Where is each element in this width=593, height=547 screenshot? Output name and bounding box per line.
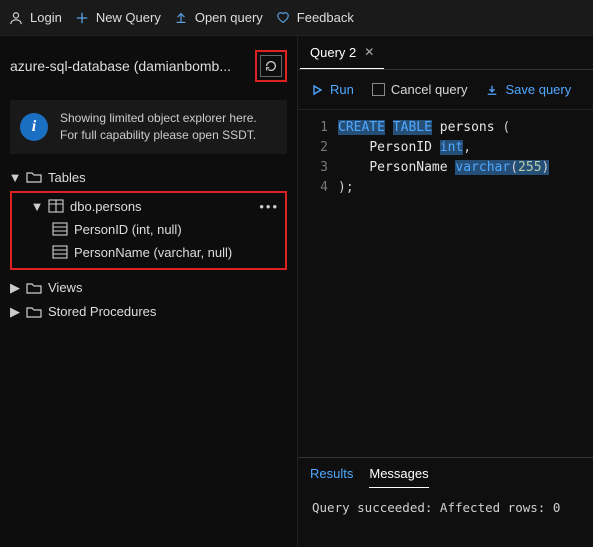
line-number: 3	[298, 158, 328, 178]
heart-icon	[275, 10, 291, 26]
line-number: 4	[298, 178, 328, 198]
chevron-right-icon: ▶	[10, 304, 20, 320]
close-icon[interactable]: ✕	[364, 45, 374, 59]
download-icon	[485, 83, 499, 97]
type-int: int	[440, 140, 463, 155]
open-query-button[interactable]: Open query	[173, 10, 263, 26]
connection-name: azure-sql-database (damianbomb...	[10, 58, 251, 74]
kw-create: CREATE	[338, 120, 385, 135]
info-line1: Showing limited object explorer here.	[60, 110, 257, 127]
punct: (	[502, 120, 510, 135]
user-icon	[8, 10, 24, 26]
results-pane: Results Messages Query succeeded: Affect…	[298, 457, 593, 547]
login-label: Login	[30, 10, 62, 25]
cancel-label: Cancel query	[391, 82, 468, 97]
table-icon	[48, 199, 64, 213]
views-label: Views	[48, 280, 82, 295]
save-label: Save query	[505, 82, 571, 97]
editor-tabs: Query 2 ✕	[298, 36, 593, 70]
refresh-button[interactable]	[260, 55, 282, 77]
new-query-button[interactable]: New Query	[74, 10, 161, 26]
num-255: 255	[518, 160, 541, 175]
column-label: PersonID (int, null)	[74, 222, 182, 237]
chevron-down-icon: ▼	[10, 170, 20, 185]
type-varchar: varchar	[455, 160, 510, 175]
tree-column-personname[interactable]: PersonName (varchar, null)	[14, 241, 283, 264]
info-banner: i Showing limited object explorer here. …	[10, 100, 287, 154]
line-gutter: 1 2 3 4	[298, 118, 338, 457]
run-button[interactable]: Run	[310, 82, 354, 97]
new-query-label: New Query	[96, 10, 161, 25]
info-text: Showing limited object explorer here. Fo…	[60, 110, 257, 144]
play-icon	[310, 83, 324, 97]
column-label: PersonName (varchar, null)	[74, 245, 232, 260]
checkbox-icon	[372, 83, 385, 96]
folder-icon	[26, 281, 42, 295]
tab-messages[interactable]: Messages	[369, 466, 428, 488]
cancel-query-button[interactable]: Cancel query	[372, 82, 468, 97]
tree-tables[interactable]: ▼ Tables	[6, 166, 291, 189]
kw-table: TABLE	[393, 120, 432, 135]
feedback-label: Feedback	[297, 10, 354, 25]
plus-icon	[74, 10, 90, 26]
results-tabs: Results Messages	[298, 458, 593, 488]
folder-icon	[26, 170, 42, 184]
editor-pane: Query 2 ✕ Run Cancel query Save query	[298, 36, 593, 547]
tree-column-personid[interactable]: PersonID (int, null)	[14, 218, 283, 241]
line-number: 2	[298, 138, 328, 158]
connection-row: azure-sql-database (damianbomb...	[0, 36, 297, 92]
tree-views[interactable]: ▶ Views	[6, 276, 291, 300]
tab-title: Query 2	[310, 45, 356, 60]
code-editor[interactable]: 1 2 3 4 CREATE TABLE persons ( PersonID …	[298, 110, 593, 457]
folder-icon	[26, 305, 42, 319]
tables-label: Tables	[48, 170, 86, 185]
run-label: Run	[330, 82, 354, 97]
punct: );	[338, 180, 354, 195]
top-toolbar: Login New Query Open query Feedback	[0, 0, 593, 36]
more-icon[interactable]: •••	[259, 199, 279, 214]
chevron-down-icon: ▼	[32, 199, 42, 214]
table-highlight: ▼ dbo.persons ••• PersonID (int, null)	[10, 191, 287, 270]
tree-stored-procedures[interactable]: ▶ Stored Procedures	[6, 300, 291, 324]
ident-personname: PersonName	[369, 160, 447, 175]
column-icon	[52, 245, 68, 259]
object-explorer: azure-sql-database (damianbomb... i Show…	[0, 36, 298, 547]
tab-results[interactable]: Results	[310, 466, 353, 488]
status-message: Query succeeded: Affected rows: 0	[298, 488, 593, 527]
info-line2: For full capability please open SSDT.	[60, 127, 257, 144]
tab-query-2[interactable]: Query 2 ✕	[300, 36, 384, 69]
open-query-label: Open query	[195, 10, 263, 25]
column-icon	[52, 222, 68, 236]
tree-table-dbo-persons[interactable]: ▼ dbo.persons •••	[14, 195, 283, 218]
table-name: dbo.persons	[70, 199, 142, 214]
punct: (	[510, 160, 518, 175]
feedback-button[interactable]: Feedback	[275, 10, 354, 26]
sprocs-label: Stored Procedures	[48, 304, 156, 319]
punct: ,	[463, 140, 471, 155]
punct: )	[542, 160, 550, 175]
upload-icon	[173, 10, 189, 26]
query-toolbar: Run Cancel query Save query	[298, 70, 593, 110]
main-area: azure-sql-database (damianbomb... i Show…	[0, 36, 593, 547]
ident-persons: persons	[440, 120, 495, 135]
login-button[interactable]: Login	[8, 10, 62, 26]
info-icon: i	[20, 113, 48, 141]
ident-personid: PersonID	[369, 140, 432, 155]
code-content: CREATE TABLE persons ( PersonID int, Per…	[338, 118, 593, 457]
tree: ▼ Tables ▼ dbo.persons •••	[0, 166, 297, 330]
chevron-right-icon: ▶	[10, 280, 20, 296]
save-query-button[interactable]: Save query	[485, 82, 571, 97]
line-number: 1	[298, 118, 328, 138]
refresh-highlight	[255, 50, 287, 82]
